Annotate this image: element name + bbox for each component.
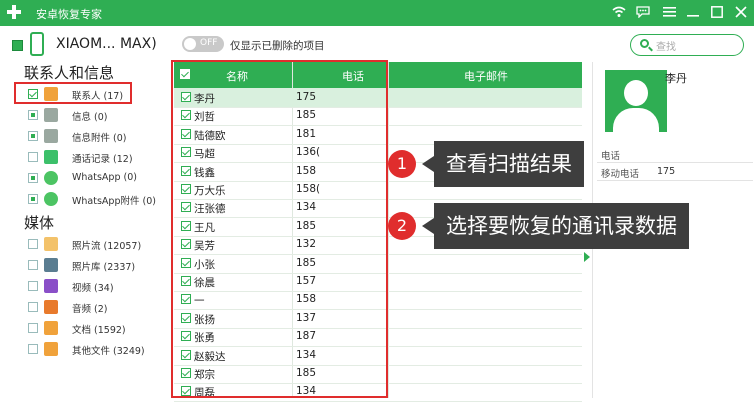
search-input[interactable]: 查找 (630, 34, 744, 56)
sidebar-item-whatsapp-attachments[interactable]: WhatsApp附件 (0) (28, 191, 168, 209)
checkbox[interactable] (28, 194, 38, 204)
detail-name: 李丹 (665, 72, 687, 85)
sidebar-item-label: 文档 (1592) (72, 325, 126, 336)
sidebar-item-whatsapp[interactable]: WhatsApp (0) (28, 170, 168, 188)
sidebar-item-label: 照片流 (12057) (72, 241, 142, 252)
checkbox[interactable] (28, 344, 38, 354)
other-files-icon (44, 342, 58, 356)
checkbox[interactable] (28, 131, 38, 141)
wifi-icon[interactable] (610, 3, 628, 21)
column-header-email[interactable]: 电子邮件 (464, 68, 508, 84)
deleted-only-toggle[interactable]: OFF (182, 36, 224, 52)
callout-pointer (422, 156, 434, 172)
feedback-icon[interactable] (634, 3, 652, 21)
checkbox[interactable] (28, 152, 38, 162)
document-icon (44, 321, 58, 335)
callout-2: 选择要恢复的通讯录数据 (434, 203, 689, 249)
message-icon (44, 108, 58, 122)
sidebar-item-label: 信息附件 (0) (72, 133, 127, 144)
sidebar-item-label: 照片库 (2337) (72, 262, 136, 273)
minimize-icon[interactable] (684, 3, 702, 21)
maximize-icon[interactable] (708, 3, 726, 21)
video-icon (44, 279, 58, 293)
app-title: 安卓恢复专家 (36, 8, 102, 21)
search-placeholder: 查找 (656, 42, 676, 53)
divider (597, 162, 753, 163)
photo-library-icon (44, 258, 58, 272)
step-badge-1: 1 (388, 150, 416, 178)
toggle-state: OFF (200, 38, 218, 48)
title-bar: 安卓恢复专家 (0, 0, 754, 26)
sidebar-item-label: 其他文件 (3249) (72, 346, 145, 357)
call-log-icon (44, 150, 58, 164)
sidebar-item-audio[interactable]: 音频 (2) (28, 299, 168, 317)
sidebar-item-label: WhatsApp (0) (72, 172, 137, 183)
close-icon[interactable] (732, 3, 750, 21)
checkbox[interactable] (28, 173, 38, 183)
contacts-messages-heading: 联系人和信息 (24, 64, 115, 82)
attachment-icon (44, 129, 58, 143)
phone-icon (30, 32, 44, 56)
checkbox[interactable] (28, 281, 38, 291)
sidebar-item-documents[interactable]: 文档 (1592) (28, 320, 168, 338)
app-logo-icon (7, 5, 21, 19)
sidebar-item-label: 视频 (34) (72, 283, 114, 294)
detail-mobile-value: 175 (657, 166, 676, 177)
avatar (605, 70, 667, 132)
checkbox[interactable] (28, 110, 38, 120)
person-icon-body (613, 108, 659, 132)
menu-icon[interactable] (660, 3, 678, 21)
whatsapp-attachment-icon (44, 192, 58, 206)
checkbox[interactable] (28, 260, 38, 270)
contacts-highlight-box (14, 82, 132, 104)
device-name: XIAOM... MAX) (56, 36, 157, 52)
whatsapp-icon (44, 171, 58, 185)
sidebar-item-photo-stream[interactable]: 照片流 (12057) (28, 236, 168, 254)
toggle-label: 仅显示已删除的项目 (230, 40, 325, 52)
sidebar-item-message-attachments[interactable]: 信息附件 (0) (28, 128, 168, 146)
checkbox[interactable] (28, 302, 38, 312)
search-icon-handle (648, 46, 653, 52)
sidebar-item-label: WhatsApp附件 (0) (72, 196, 156, 207)
toggle-knob (184, 38, 196, 50)
checkbox[interactable] (28, 239, 38, 249)
sidebar-item-label: 音频 (2) (72, 304, 108, 315)
sidebar-item-photo-library[interactable]: 照片库 (2337) (28, 257, 168, 275)
audio-icon (44, 300, 58, 314)
photo-stream-icon (44, 237, 58, 251)
step-badge-2: 2 (388, 212, 416, 240)
sidebar-item-video[interactable]: 视频 (34) (28, 278, 168, 296)
sidebar-item-call-log[interactable]: 通话记录 (12) (28, 149, 168, 167)
expand-arrow-icon[interactable] (584, 252, 590, 262)
checkbox[interactable] (28, 323, 38, 333)
sidebar-item-label: 信息 (0) (72, 112, 108, 123)
media-heading: 媒体 (24, 214, 55, 232)
sidebar-item-label: 通话记录 (12) (72, 154, 133, 165)
device-checkbox[interactable] (12, 40, 23, 51)
callout-pointer (422, 218, 434, 234)
sidebar-item-messages[interactable]: 信息 (0) (28, 107, 168, 125)
detail-phone-label: 电话 (601, 151, 621, 162)
table-highlight-box (171, 60, 388, 398)
detail-mobile-label: 移动电话 (601, 169, 640, 180)
callout-1: 查看扫描结果 (434, 141, 584, 187)
person-icon (624, 80, 648, 106)
divider (597, 180, 753, 181)
sidebar-item-other-files[interactable]: 其他文件 (3249) (28, 341, 168, 359)
